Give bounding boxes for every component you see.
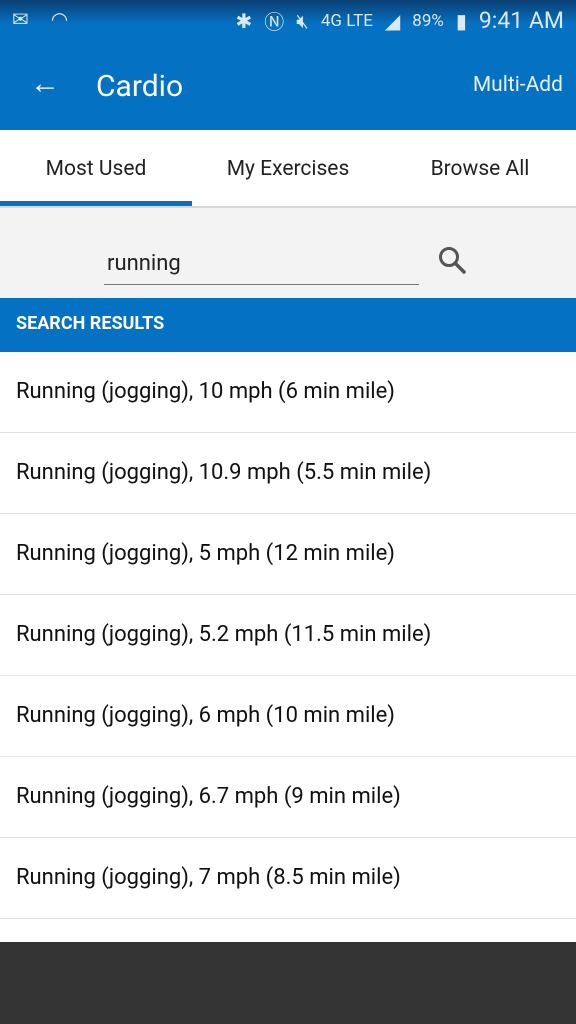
tab-most-used[interactable]: Most Used xyxy=(0,130,192,206)
page-title: Cardio xyxy=(96,69,184,104)
tab-bar: Most Used My Exercises Browse All xyxy=(0,130,576,208)
status-bar: ✉ ◠ ✱ Ⓝ 🔇︎ 4G LTE ◢ 89% ▮ 9:41 AM xyxy=(0,0,576,40)
signal-icon: ◢ xyxy=(384,8,401,33)
clock: 9:41 AM xyxy=(478,7,564,34)
list-item[interactable]: Running (jogging), 6.7 mph (9 min mile) xyxy=(0,757,576,838)
list-item[interactable]: Running (jogging), 6 mph (10 min mile) xyxy=(0,676,576,757)
nfc-icon: Ⓝ xyxy=(264,10,285,34)
gmail-icon: ✉ xyxy=(12,7,29,31)
back-arrow-icon[interactable]: ← xyxy=(30,66,60,102)
search-bar xyxy=(0,208,576,298)
search-input[interactable] xyxy=(104,243,419,285)
list-item[interactable]: Running (jogging), 10.9 mph (5.5 min mil… xyxy=(0,433,576,514)
list-item[interactable]: Running (jogging), 5.2 mph (11.5 min mil… xyxy=(0,595,576,676)
search-results-header: SEARCH RESULTS xyxy=(0,298,576,352)
bluetooth-icon: ✱ xyxy=(235,8,253,33)
multi-add-button[interactable]: Multi-Add xyxy=(473,73,563,97)
search-icon[interactable] xyxy=(437,245,467,275)
tab-my-exercises[interactable]: My Exercises xyxy=(192,130,384,206)
list-item[interactable]: Running (jogging), 5 mph (12 min mile) xyxy=(0,514,576,595)
network-type: 4G LTE xyxy=(320,10,373,31)
app-bar: ← Cardio Multi-Add xyxy=(0,40,576,130)
tab-browse-all[interactable]: Browse All xyxy=(384,130,576,206)
battery-percent: 89% xyxy=(412,10,444,31)
list-item[interactable]: Running (jogging), 7 mph (8.5 min mile) xyxy=(0,838,576,919)
results-list: Running (jogging), 10 mph (6 min mile) R… xyxy=(0,352,576,919)
wifi-icon: ◠ xyxy=(50,7,69,31)
list-item[interactable]: Running (jogging), 10 mph (6 min mile) xyxy=(0,352,576,433)
system-nav-bar xyxy=(0,942,576,1024)
battery-icon: ▮ xyxy=(455,8,467,33)
mute-icon: 🔇︎ xyxy=(296,8,309,33)
